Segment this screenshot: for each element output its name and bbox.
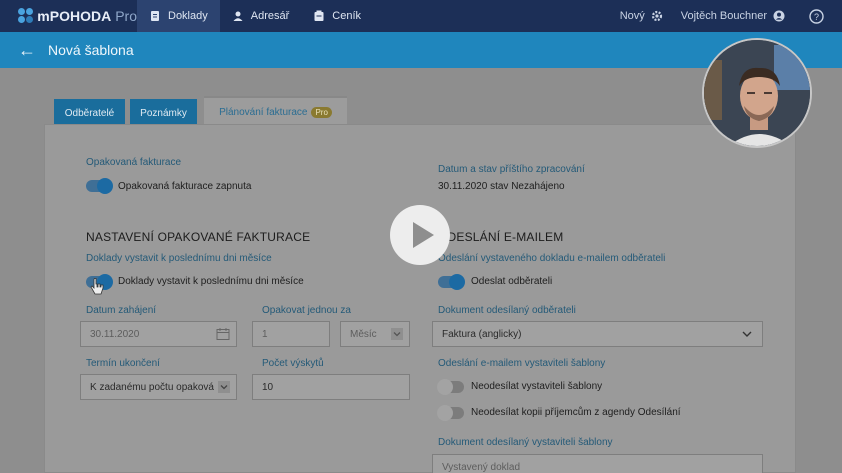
nav-adresar[interactable]: Adresář: [220, 0, 302, 32]
repeat-count-value: 1: [262, 328, 268, 340]
brand-name: mPOHODA Pro: [37, 8, 137, 24]
tab-poznamky[interactable]: Poznámky: [130, 99, 197, 127]
nav-doklady-label: Doklady: [168, 10, 208, 22]
user-name: Vojtěch Bouchner: [680, 10, 767, 22]
email-customer-toggle-label: Odeslat odběrateli: [471, 276, 553, 287]
email-customer-toggle[interactable]: [438, 274, 465, 290]
repeat-label: Opakovat jednou za: [262, 305, 351, 316]
tab-odberatele-label: Odběratelé: [64, 107, 115, 119]
start-date-value: 30.11.2020: [90, 328, 140, 340]
doc-issuer-value: Vystavený doklad: [442, 461, 521, 473]
back-arrow-icon[interactable]: ←: [18, 40, 38, 61]
end-label: Termín ukončení: [86, 358, 160, 369]
presenter-video: [704, 40, 810, 146]
nav-doklady[interactable]: Doklady: [137, 0, 220, 32]
email-issuer-toggle[interactable]: [437, 379, 464, 395]
help-icon: ?: [809, 8, 824, 24]
repeat-count-field[interactable]: 1: [252, 321, 330, 347]
user-menu[interactable]: Vojtěch Bouchner: [681, 10, 785, 22]
email-issuer-toggle-label: Neodesílat vystaviteli šablony: [471, 381, 603, 392]
webcam-overlay: [702, 38, 812, 148]
play-button[interactable]: [390, 205, 450, 265]
nav-cenik-label: Ceník: [332, 10, 362, 22]
doc-issuer-select[interactable]: Vystavený doklad: [432, 454, 763, 473]
new-label: Nový: [619, 10, 645, 22]
count-field[interactable]: 10: [252, 374, 410, 400]
doc-customer-label: Dokument odesílaný odběrateli: [438, 305, 576, 316]
recurring-label: Opakovaná fakturace: [86, 157, 182, 168]
chevron-down-icon: [391, 328, 403, 340]
repeat-unit-value: Měsíc: [350, 328, 377, 340]
email-copy-toggle-label: Neodesílat kopii příjemcům z agendy Odes…: [471, 407, 681, 418]
start-date-field[interactable]: 30.11.2020: [80, 321, 237, 347]
doc-issuer-label: Dokument odesílaný vystaviteli šablony: [438, 437, 613, 448]
doc-customer-select[interactable]: Faktura (anglicky): [432, 321, 763, 347]
page-title: Nová šablona: [48, 42, 134, 58]
nav-cenik[interactable]: Ceník: [301, 0, 373, 32]
email-copy-toggle[interactable]: [437, 405, 464, 421]
user-avatar-icon: [773, 10, 785, 22]
email-issuer-label: Odeslání e-mailem vystaviteli šablony: [438, 358, 606, 369]
tab-poznamky-label: Poznámky: [140, 107, 187, 119]
next-processing-label: Datum a stav příštího zpracování: [438, 164, 585, 175]
new-settings-button[interactable]: Nový: [620, 10, 663, 22]
person-icon: [233, 11, 243, 21]
repeat-unit-select[interactable]: Měsíc: [340, 321, 410, 347]
chevron-down-icon: [742, 331, 752, 337]
email-heading: ODESLÁNÍ E-MAILEM: [438, 230, 564, 244]
document-icon: [151, 11, 159, 21]
help-button[interactable]: ?: [803, 8, 824, 24]
price-list-icon: [314, 10, 324, 21]
pohoda-logo-icon: [18, 8, 33, 24]
calendar-icon[interactable]: [216, 327, 230, 341]
last-day-toggle-label: Doklady vystavit k poslednímu dni měsíce: [118, 276, 304, 287]
count-label: Počet výskytů: [262, 358, 324, 369]
count-value: 10: [262, 381, 274, 393]
settings-heading: NASTAVENÍ OPAKOVANÉ FAKTURACE: [86, 230, 311, 244]
brand[interactable]: mPOHODA Pro: [0, 0, 137, 32]
next-processing-value: 30.11.2020 stav Nezahájeno: [438, 181, 565, 192]
recurring-toggle[interactable]: [86, 178, 113, 194]
email-customer-label: Odeslání vystaveného dokladu e-mailem od…: [438, 253, 666, 264]
form-panel: [44, 124, 796, 473]
hand-cursor-icon: [90, 278, 104, 295]
tab-planovani-fakturace[interactable]: Plánování fakturace Pro: [204, 96, 347, 126]
end-value: K zadanému počtu opaková: [90, 381, 214, 393]
recurring-toggle-label: Opakovaná fakturace zapnuta: [118, 181, 252, 192]
tab-odberatele[interactable]: Odběratelé: [54, 99, 125, 127]
top-right-area: Nový Vojtěch Bouchner ?: [620, 0, 842, 32]
nav-adresar-label: Adresář: [250, 10, 290, 22]
gear-icon: [651, 10, 662, 22]
pro-badge: Pro: [311, 106, 332, 118]
start-date-label: Datum zahájení: [86, 305, 157, 316]
doc-customer-value: Faktura (anglicky): [442, 328, 522, 340]
top-navigation-bar: mPOHODA Pro Doklady Adresář Ceník Nový Vo…: [0, 0, 842, 32]
svg-text:?: ?: [814, 12, 819, 22]
last-day-label: Doklady vystavit k poslednímu dni měsíce: [86, 253, 272, 264]
tab-planovani-label: Plánování fakturace: [219, 106, 308, 118]
end-select[interactable]: K zadanému počtu opaková: [80, 374, 237, 400]
chevron-down-icon: [218, 381, 230, 393]
